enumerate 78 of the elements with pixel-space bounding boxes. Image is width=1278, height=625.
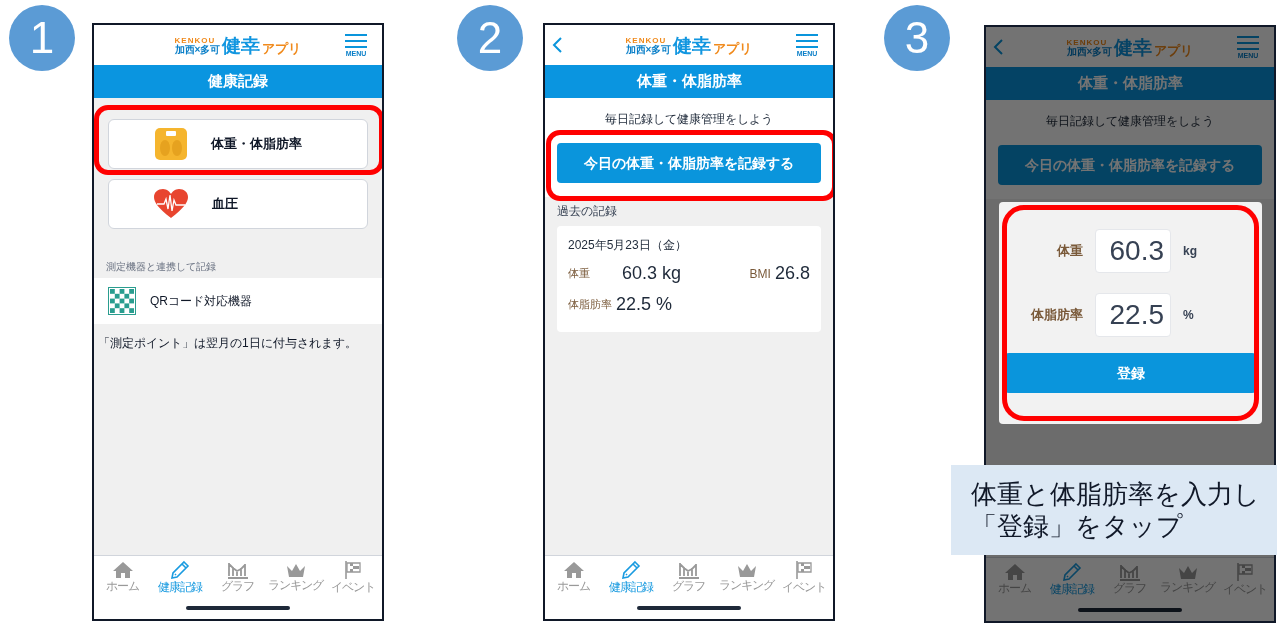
weight-value: 60.3 kg [622, 262, 682, 285]
section-heading: 過去の記録 [556, 203, 618, 220]
field-label: BMI [749, 265, 771, 283]
nav-tab[interactable]: 健康記録 [151, 556, 210, 597]
page-title-bar: 体重・体脂肪率 [545, 65, 833, 98]
device-list-item[interactable]: QRコード対応機器 [94, 278, 382, 324]
crown-icon [284, 562, 307, 578]
logo-caption: KENKOU [174, 36, 216, 45]
crown-icon [735, 562, 758, 578]
nav-tab[interactable]: 健康記録 [602, 556, 661, 597]
nav-tab[interactable]: イベント [324, 556, 382, 597]
back-icon[interactable] [551, 36, 563, 54]
logo-region-text: 加西×多可 [1066, 46, 1113, 57]
input-field[interactable]: 22.5 [1095, 293, 1171, 337]
qr-code-icon [108, 287, 136, 315]
field-label: 体重 [568, 266, 591, 282]
nav-tab[interactable]: ランキング [717, 556, 776, 597]
logo-caption: KENKOU [625, 36, 667, 45]
register-button[interactable]: 登録 [1005, 353, 1256, 393]
home-icon [1003, 563, 1026, 581]
menu-icon [796, 33, 818, 48]
logo-subtitle: アプリ [713, 41, 753, 55]
pencil-icon [1062, 562, 1083, 582]
unit-label: kg [1183, 243, 1197, 260]
crown-icon [1176, 564, 1199, 580]
logo-title: 健幸 [673, 35, 712, 55]
input-field[interactable]: 60.3 [1095, 229, 1171, 273]
step-number: 2 [457, 5, 523, 71]
bmi-value: 26.8 [774, 262, 810, 285]
logo-title: 健幸 [222, 35, 261, 55]
flag-icon [344, 560, 363, 580]
step-number: 1 [9, 5, 75, 71]
scale-icon [155, 128, 187, 160]
body-fat-value: 22.5 % [616, 293, 673, 316]
menu-icon [345, 33, 367, 48]
nav-tab[interactable]: グラフ [660, 556, 718, 597]
note-text: 「測定ポイント」は翌月の1日に付与されます。 [97, 335, 358, 352]
back-icon[interactable] [992, 38, 1004, 56]
field-label: 体脂肪率 [568, 297, 612, 313]
pencil-icon [170, 560, 191, 580]
nav-tab[interactable]: グラフ [209, 556, 267, 597]
flag-icon [1236, 562, 1255, 582]
field-label: 体重 [1055, 242, 1083, 261]
unit-label: % [1183, 307, 1194, 324]
caption-line: 「登録」をタップ [971, 510, 1184, 542]
nav-tab[interactable]: イベント [775, 556, 833, 597]
logo-region-text: 加西×多可 [174, 44, 221, 55]
nav-tab[interactable]: ホーム [94, 556, 152, 597]
record-today-button[interactable]: 今日の体重・体脂肪率を記録する [998, 145, 1262, 185]
subtitle: 毎日記録して健康管理をしよう [604, 111, 774, 128]
section-heading: 測定機器と連携して記録 [105, 260, 217, 274]
logo-subtitle: アプリ [262, 41, 302, 55]
heart-pulse-icon [154, 189, 188, 219]
logo-caption: KENKOU [1066, 38, 1108, 47]
field-label: 体脂肪率 [1029, 306, 1083, 325]
menu-icon [1237, 35, 1259, 50]
nav-tab[interactable]: ランキング [266, 556, 325, 597]
caption-line: 体重と体脂肪率を入力し [971, 478, 1261, 510]
step-number: 3 [884, 5, 950, 71]
subtitle: 毎日記録して健康管理をしよう [1045, 113, 1215, 130]
home-icon [562, 561, 585, 579]
flag-icon [795, 560, 814, 580]
bar-chart-icon [1119, 563, 1141, 581]
page-title-bar: 体重・体脂肪率 [986, 67, 1274, 100]
logo-title: 健幸 [1114, 37, 1153, 57]
record-type-button[interactable]: 体重・体脂肪率 [108, 119, 368, 169]
logo-region-text: 加西×多可 [625, 44, 672, 55]
bar-chart-icon [227, 561, 249, 579]
nav-tab[interactable]: 健康記録 [1043, 558, 1102, 599]
pencil-icon [621, 560, 642, 580]
home-icon [111, 561, 134, 579]
logo-subtitle: アプリ [1154, 43, 1194, 57]
record-today-button[interactable]: 今日の体重・体脂肪率を記録する [557, 143, 821, 183]
bar-chart-icon [678, 561, 700, 579]
record-type-button[interactable]: 血圧 [108, 179, 368, 229]
page-title-bar: 健康記録 [94, 65, 382, 98]
nav-tab[interactable]: ホーム [545, 556, 603, 597]
record-date: 2025年5月23日（金） [568, 237, 688, 254]
